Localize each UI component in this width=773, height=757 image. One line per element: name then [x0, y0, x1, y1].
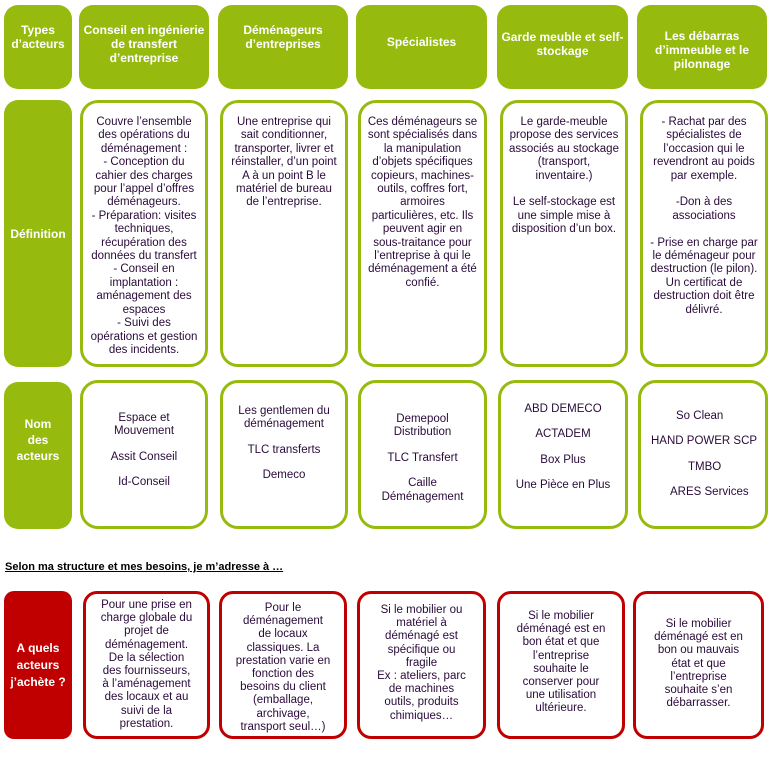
actor-name: ABD DEMECO: [524, 402, 602, 415]
purchase-cell-specialistes: Si le mobilier ou matériel à déménagé es…: [357, 591, 486, 739]
actor-name: HAND POWER SCP: [651, 435, 758, 448]
definition-text: Ces déménageurs se sont spécialisés dans…: [367, 116, 478, 289]
definition-cell-specialistes: Ces déménageurs se sont spécialisés dans…: [358, 100, 487, 367]
actor-name: Box Plus: [540, 453, 586, 466]
header-specialistes: Spécialistes: [356, 5, 487, 89]
purchase-text: Pour le déménagement de locaux classique…: [235, 602, 331, 733]
row-label-text: Types d’acteurs: [11, 23, 65, 51]
header-debarras: Les débarras d’immeuble et le pilonnage: [637, 5, 767, 89]
purchase-cell-debarras: Si le mobilier déménagé est en bon ou ma…: [633, 591, 764, 739]
actor-name: ARES Services: [670, 485, 749, 498]
header-text: Garde meuble et self-stockage: [501, 30, 624, 58]
header-garde-meuble: Garde meuble et self-stockage: [497, 5, 628, 89]
header-text: Conseil en ingénierie de transfert d’ent…: [83, 23, 205, 65]
purchase-cell-conseil: Pour une prise en charge globale du proj…: [83, 591, 210, 739]
actors-cell-debarras: So Clean HAND POWER SCP TMBO ARES Servic…: [638, 380, 768, 529]
actors-cell-demenageurs: Les gentlemen du déménagement TLC transf…: [220, 380, 348, 529]
row-label-definition: Définition: [4, 100, 72, 367]
purchase-cell-garde-meuble: Si le mobilier déménagé est en bon état …: [497, 591, 625, 739]
definition-text: Couvre l’ensemble des opérations du démé…: [90, 116, 198, 356]
actor-name: Assit Conseil: [110, 450, 178, 463]
header-conseil-ingenierie: Conseil en ingénierie de transfert d’ent…: [79, 5, 209, 89]
actor-name: ACTADEM: [535, 428, 591, 441]
header-text: Spécialistes: [386, 35, 457, 49]
actors-cell-specialistes: Demepool Distribution TLC Transfert Cail…: [358, 380, 487, 529]
row-label-text: Nom des acteurs: [16, 417, 60, 463]
actor-name: Une Pièce en Plus: [515, 478, 611, 491]
actor-name: So Clean: [676, 409, 724, 422]
actor-name: Caille Déménagement: [381, 477, 464, 503]
actor-name: Les gentlemen du déménagement: [238, 404, 330, 431]
purchase-text: Si le mobilier déménagé est en bon ou ma…: [654, 618, 743, 710]
actor-name: TLC Transfert: [387, 451, 458, 464]
actor-name: Id-Conseil: [118, 475, 170, 488]
row-label-text: A quels acteurs j’achète ?: [10, 640, 66, 689]
actor-name: Demepool Distribution: [393, 412, 452, 439]
purchase-text: Si le mobilier déménagé est en bon état …: [516, 610, 606, 715]
definition-cell-garde-meuble: Le garde-meuble propose des services ass…: [500, 100, 628, 367]
actor-name: Demeco: [262, 468, 306, 481]
definition-cell-debarras: - Rachat par des spécialistes de l’occas…: [640, 100, 768, 367]
row-label-a-quels-acteurs: A quels acteurs j’achète ?: [4, 591, 72, 739]
header-text: Déménageurs d’entreprises: [243, 23, 323, 51]
purchase-text: Si le mobilier ou matériel à déménagé es…: [377, 604, 466, 722]
definition-cell-demenageurs: Une entreprise qui sait conditionner, tr…: [220, 100, 348, 367]
actors-cell-garde-meuble: ABD DEMECO ACTADEM Box Plus Une Pièce en…: [498, 380, 628, 529]
header-text: Les débarras d’immeuble et le pilonnage: [654, 29, 750, 71]
definition-text: Le garde-meuble propose des services ass…: [509, 116, 619, 236]
purchase-cell-demenageurs: Pour le déménagement de locaux classique…: [219, 591, 347, 739]
purchase-text: Pour une prise en charge globale du proj…: [100, 599, 193, 730]
row-label-types-acteurs: Types d’acteurs: [4, 5, 72, 89]
definition-text: - Rachat par des spécialistes de l’occas…: [650, 116, 758, 316]
actor-name: TLC transferts: [247, 443, 321, 456]
actor-name: TMBO: [688, 460, 722, 473]
section-subtitle: Selon ma structure et mes besoins, je m’…: [5, 561, 284, 573]
header-demenageurs: Déménageurs d’entreprises: [218, 5, 348, 89]
row-label-text: Définition: [10, 226, 66, 241]
actor-name: Espace et Mouvement: [113, 411, 175, 438]
definition-text: Une entreprise qui sait conditionner, tr…: [231, 116, 337, 209]
row-label-nom-acteurs: Nom des acteurs: [4, 382, 72, 529]
actors-cell-conseil: Espace et Mouvement Assit Conseil Id-Con…: [80, 380, 208, 529]
definition-cell-conseil: Couvre l’ensemble des opérations du démé…: [80, 100, 208, 367]
